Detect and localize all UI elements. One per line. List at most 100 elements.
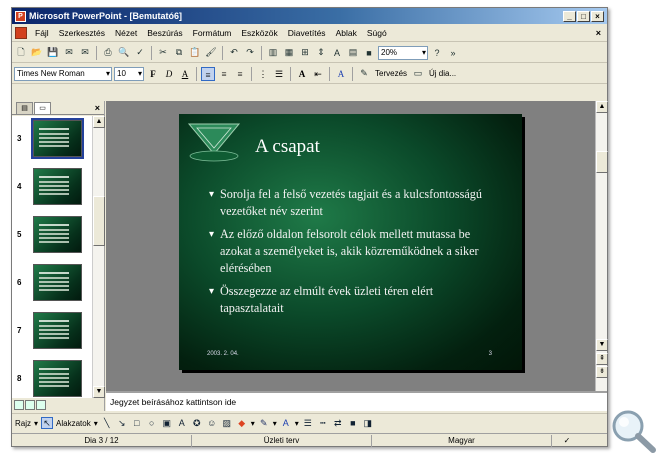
format-painter-icon[interactable]: 🖌 bbox=[204, 46, 218, 60]
rectangle-icon[interactable]: □ bbox=[131, 417, 143, 429]
slide-thumbnail[interactable] bbox=[33, 168, 82, 205]
chevron-down-icon[interactable]: ▾ bbox=[94, 419, 98, 428]
font-color-icon[interactable]: A bbox=[334, 67, 348, 81]
font-color-icon[interactable]: A bbox=[280, 417, 292, 429]
document-icon[interactable] bbox=[15, 27, 27, 39]
italic-button[interactable]: D bbox=[162, 67, 176, 81]
bullet-item[interactable]: Összegezze az elmúlt évek üzleti téren e… bbox=[209, 283, 499, 317]
slide-editing-area[interactable]: A csapat Sorolja fel a felső vezetés tag… bbox=[106, 101, 595, 391]
menu-file[interactable]: Fájl bbox=[30, 28, 54, 38]
minimize-button[interactable]: _ bbox=[563, 10, 576, 22]
slide-canvas[interactable]: A csapat Sorolja fel a felső vezetés tag… bbox=[179, 114, 522, 370]
tables-borders-icon[interactable]: ⊞ bbox=[298, 46, 312, 60]
new-document-icon[interactable]: 🗋 bbox=[14, 46, 28, 60]
outline-tab[interactable]: ▤ bbox=[16, 102, 33, 114]
color-grayscale-icon[interactable]: ■ bbox=[362, 46, 376, 60]
oval-icon[interactable]: ○ bbox=[146, 417, 158, 429]
underline-button[interactable]: A bbox=[178, 67, 192, 81]
slide-sorter-view-icon[interactable] bbox=[25, 399, 35, 410]
thumbnail-row[interactable]: 6 bbox=[12, 260, 92, 304]
shadow-icon[interactable]: ■ bbox=[347, 417, 359, 429]
slide-thumbnail[interactable] bbox=[33, 312, 82, 349]
slide-thumbnail[interactable] bbox=[33, 264, 82, 301]
redo-icon[interactable]: ↷ bbox=[243, 46, 257, 60]
bullets-icon[interactable]: ☰ bbox=[272, 67, 286, 81]
email-icon[interactable]: ✉ bbox=[78, 46, 92, 60]
new-slide-icon[interactable]: ▭ bbox=[411, 67, 425, 81]
maximize-button[interactable]: □ bbox=[577, 10, 590, 22]
scroll-thumb[interactable] bbox=[596, 151, 608, 173]
scroll-down-icon[interactable]: ▼ bbox=[93, 386, 105, 398]
open-folder-icon[interactable]: 📂 bbox=[30, 46, 44, 60]
menu-edit[interactable]: Szerkesztés bbox=[54, 28, 110, 38]
design-button[interactable]: Tervezés bbox=[373, 69, 409, 78]
bullet-item[interactable]: Sorolja fel a felső vezetés tagjait és a… bbox=[209, 186, 499, 220]
expand-all-icon[interactable]: ⇕ bbox=[314, 46, 328, 60]
menu-view[interactable]: Nézet bbox=[110, 28, 142, 38]
thumbnail-row[interactable]: 3 bbox=[12, 116, 92, 160]
wordart-icon[interactable]: A bbox=[176, 417, 188, 429]
line-color-icon[interactable]: ✎ bbox=[258, 417, 270, 429]
undo-icon[interactable]: ↶ bbox=[227, 46, 241, 60]
line-style-icon[interactable]: ☰ bbox=[302, 417, 314, 429]
font-name-select[interactable]: Times New Roman bbox=[14, 66, 112, 81]
grid-icon[interactable]: ▤ bbox=[346, 46, 360, 60]
print-preview-icon[interactable]: 🔍 bbox=[117, 46, 131, 60]
thumbnail-row[interactable]: 5 bbox=[12, 212, 92, 256]
line-icon[interactable]: ╲ bbox=[101, 417, 113, 429]
pane-close-icon[interactable]: × bbox=[95, 102, 100, 114]
draw-menu-button[interactable]: Rajz bbox=[15, 419, 31, 428]
save-icon[interactable]: 💾 bbox=[46, 46, 60, 60]
slide-thumbnail[interactable] bbox=[33, 360, 82, 397]
thumbnail-row[interactable]: 8 bbox=[12, 356, 92, 398]
new-slide-button[interactable]: Új dia... bbox=[427, 69, 458, 78]
previous-slide-icon[interactable]: ⇞ bbox=[596, 353, 608, 365]
close-button[interactable]: × bbox=[591, 10, 604, 22]
show-formatting-icon[interactable]: A bbox=[330, 46, 344, 60]
diagram-icon[interactable]: ✪ bbox=[191, 417, 203, 429]
chevron-down-icon[interactable]: ▾ bbox=[295, 419, 299, 428]
bold-button[interactable]: F bbox=[146, 67, 160, 81]
slide-thumbnail[interactable] bbox=[33, 216, 82, 253]
document-close-icon[interactable]: × bbox=[596, 28, 601, 38]
notes-placeholder[interactable]: Jegyzet beírásához kattintson ide bbox=[110, 397, 236, 407]
magnifier-icon[interactable] bbox=[608, 408, 658, 454]
menu-window[interactable]: Ablak bbox=[331, 28, 362, 38]
slide-title[interactable]: A csapat bbox=[255, 136, 320, 158]
title-bar[interactable]: P Microsoft PowerPoint - [Bemutató6] _ □… bbox=[12, 8, 607, 24]
align-center-icon[interactable]: ≡ bbox=[217, 67, 231, 81]
design-icon[interactable]: ✎ bbox=[357, 67, 371, 81]
thumbnails-scrollbar[interactable]: ▲ ▼ bbox=[92, 116, 105, 398]
textbox-icon[interactable]: ▣ bbox=[161, 417, 173, 429]
slide-scrollbar[interactable]: ▲ ▼ ⇞ ⇟ bbox=[595, 101, 608, 391]
slideshow-view-icon[interactable] bbox=[36, 399, 46, 410]
menu-help[interactable]: Súgó bbox=[362, 28, 392, 38]
bullet-item[interactable]: Az előző oldalon felsorolt célok mellett… bbox=[209, 226, 499, 277]
align-left-icon[interactable]: ≡ bbox=[201, 66, 215, 81]
cut-icon[interactable]: ✂ bbox=[156, 46, 170, 60]
scroll-up-icon[interactable]: ▲ bbox=[93, 116, 105, 128]
notes-pane[interactable]: Jegyzet beírásához kattintson ide bbox=[106, 391, 607, 411]
3d-style-icon[interactable]: ◨ bbox=[362, 417, 374, 429]
menu-format[interactable]: Formátum bbox=[188, 28, 237, 38]
paste-icon[interactable]: 📋 bbox=[188, 46, 202, 60]
thumbnail-row[interactable]: 7 bbox=[12, 308, 92, 352]
spelling-icon[interactable]: ✓ bbox=[133, 46, 147, 60]
decrease-indent-icon[interactable]: ⇤ bbox=[311, 67, 325, 81]
select-objects-icon[interactable]: ↖ bbox=[41, 417, 54, 429]
slide-thumbnail[interactable] bbox=[31, 118, 84, 159]
powerpoint-app-icon[interactable]: P bbox=[15, 10, 26, 22]
permission-icon[interactable]: ✉ bbox=[62, 46, 76, 60]
print-icon[interactable]: ⎙ bbox=[101, 46, 115, 60]
menu-tools[interactable]: Eszközök bbox=[236, 28, 282, 38]
normal-view-icon[interactable] bbox=[14, 399, 24, 410]
fill-color-icon[interactable]: ◆ bbox=[236, 417, 248, 429]
thumbnail-row[interactable]: 4 bbox=[12, 164, 92, 208]
increase-font-icon[interactable]: A bbox=[295, 67, 309, 81]
help-icon[interactable]: ? bbox=[430, 46, 444, 60]
scroll-thumb[interactable] bbox=[93, 196, 105, 246]
menu-insert[interactable]: Beszúrás bbox=[142, 28, 187, 38]
numbering-icon[interactable]: ⋮ bbox=[256, 67, 270, 81]
next-slide-icon[interactable]: ⇟ bbox=[596, 366, 608, 378]
chevron-down-icon[interactable]: ▾ bbox=[34, 419, 38, 428]
